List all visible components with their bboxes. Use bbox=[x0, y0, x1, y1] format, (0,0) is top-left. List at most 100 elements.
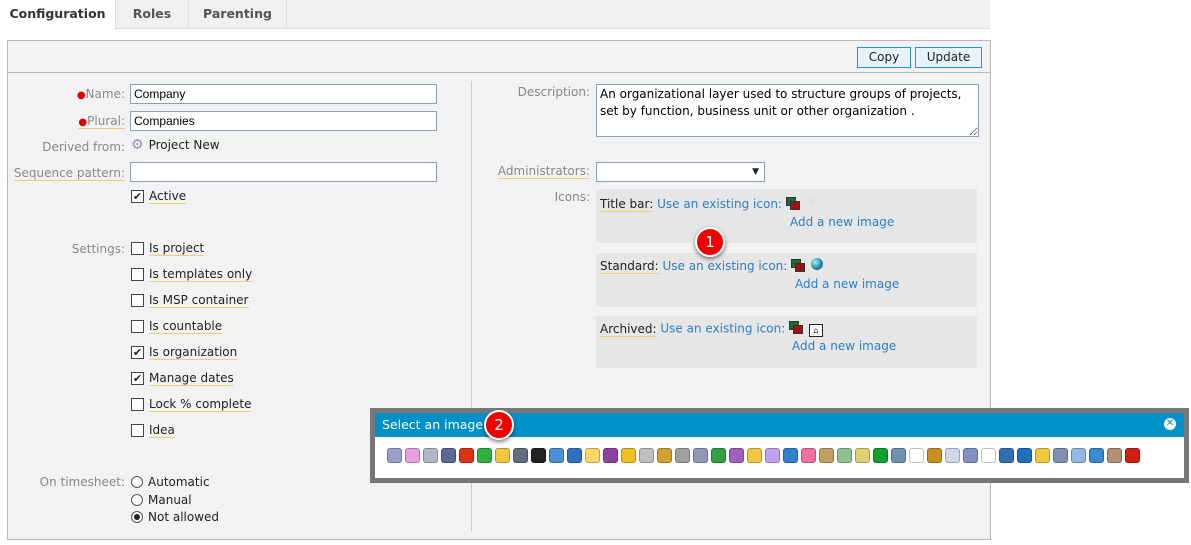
active-label: Active bbox=[149, 189, 187, 204]
administrators-select[interactable]: ▼ bbox=[596, 162, 765, 182]
update-button[interactable]: Update bbox=[915, 47, 982, 68]
money-bag-icon[interactable] bbox=[927, 448, 942, 463]
green-diamond-icon[interactable] bbox=[873, 448, 888, 463]
checkbox-icon: ✔ bbox=[131, 190, 144, 203]
server-warning-icon[interactable] bbox=[423, 448, 438, 463]
hammer-icon[interactable] bbox=[819, 448, 834, 463]
bug-icon[interactable] bbox=[1125, 448, 1140, 463]
bar-chart-icon[interactable] bbox=[891, 448, 906, 463]
icons-label: Icons: bbox=[554, 190, 590, 204]
timesheet-radio[interactable]: Manual bbox=[131, 493, 192, 507]
icon-picker-icon[interactable] bbox=[789, 321, 805, 337]
checkbox-icon[interactable] bbox=[1017, 448, 1032, 463]
icon-picker-icon[interactable] bbox=[785, 196, 802, 213]
gears-icon[interactable] bbox=[693, 448, 708, 463]
lightbulb-icon[interactable] bbox=[585, 448, 600, 463]
globe-icon[interactable] bbox=[1089, 448, 1104, 463]
radio-icon bbox=[131, 476, 143, 488]
icon-row: Title bar: Use an existing icon: ✳ Add a… bbox=[596, 189, 977, 243]
folder-gear-icon[interactable] bbox=[1035, 448, 1050, 463]
umbrella-icon[interactable] bbox=[999, 448, 1014, 463]
setting-checkbox[interactable]: Is MSP container bbox=[131, 293, 249, 308]
derived-from-value: ⚙ Project New bbox=[131, 137, 220, 153]
copy-button[interactable]: Copy bbox=[857, 47, 911, 68]
timesheet-radio[interactable]: Not allowed bbox=[131, 510, 219, 524]
pink-shape-icon[interactable] bbox=[801, 448, 816, 463]
sequence-pattern-input[interactable] bbox=[130, 162, 437, 182]
setting-label: Manage dates bbox=[149, 371, 234, 386]
columns-purple-icon[interactable] bbox=[603, 448, 618, 463]
computer-icon[interactable] bbox=[441, 448, 456, 463]
timesheet-radio[interactable]: Automatic bbox=[131, 475, 210, 489]
description-textarea[interactable]: An organizational layer used to structur… bbox=[596, 84, 979, 137]
use-existing-icon-link[interactable]: Use an existing icon: bbox=[657, 197, 782, 211]
active-checkbox[interactable]: ✔ Active bbox=[131, 189, 187, 204]
name-label: ●Name: bbox=[76, 87, 125, 101]
target-icon[interactable] bbox=[459, 448, 474, 463]
add-new-image-link[interactable]: Add a new image bbox=[792, 339, 896, 353]
book-purple-icon[interactable] bbox=[729, 448, 744, 463]
sequence-pattern-label: Sequence pattern: bbox=[13, 166, 125, 181]
tab-configuration[interactable]: Configuration bbox=[0, 0, 116, 30]
tab-roles[interactable]: Roles bbox=[116, 0, 189, 29]
setting-checkbox[interactable]: Idea bbox=[131, 423, 175, 438]
columns-brown-icon[interactable] bbox=[1107, 448, 1122, 463]
popup-title: Select an image bbox=[382, 417, 484, 432]
icon-row: Archived: Use an existing icon: ⌂ Add a … bbox=[596, 316, 977, 368]
clock-icon[interactable] bbox=[1071, 448, 1086, 463]
database-icon[interactable] bbox=[1053, 448, 1068, 463]
building-icon[interactable] bbox=[567, 448, 582, 463]
chat-edit-icon[interactable] bbox=[837, 448, 852, 463]
add-new-image-link[interactable]: Add a new image bbox=[795, 277, 899, 291]
checkbox-icon bbox=[131, 268, 144, 281]
blank-page-icon[interactable] bbox=[981, 448, 996, 463]
funnel-icon[interactable] bbox=[675, 448, 690, 463]
administrators-label: Administrators: bbox=[497, 164, 590, 179]
window-icon[interactable] bbox=[549, 448, 564, 463]
radio-icon bbox=[131, 511, 143, 523]
description-label: Description: bbox=[517, 85, 590, 99]
box-icon[interactable] bbox=[657, 448, 672, 463]
setting-checkbox[interactable]: Is project bbox=[131, 241, 205, 256]
add-new-image-link[interactable]: Add a new image bbox=[790, 215, 894, 229]
setting-checkbox[interactable]: Is countable bbox=[131, 319, 223, 334]
footprints-icon[interactable] bbox=[621, 448, 636, 463]
derived-from-label: Derived from: bbox=[42, 140, 125, 154]
timesheet-label: On timesheet: bbox=[39, 475, 125, 489]
setting-checkbox[interactable]: ✔ Is organization bbox=[131, 345, 238, 360]
footprints-purple-icon[interactable] bbox=[765, 448, 780, 463]
radio-label: Manual bbox=[148, 492, 192, 507]
folder-add-icon[interactable] bbox=[747, 448, 762, 463]
list-icon[interactable] bbox=[513, 448, 528, 463]
columns-yellow-icon[interactable] bbox=[855, 448, 870, 463]
checklist-icon[interactable] bbox=[639, 448, 654, 463]
name-input[interactable] bbox=[130, 84, 437, 104]
callout-2: 2 bbox=[484, 410, 514, 440]
plural-input[interactable] bbox=[130, 111, 437, 131]
gear-icon[interactable] bbox=[387, 448, 402, 463]
checkbox-icon bbox=[131, 242, 144, 255]
use-existing-icon-link[interactable]: Use an existing icon: bbox=[660, 322, 785, 336]
setting-checkbox[interactable]: Is templates only bbox=[131, 267, 253, 282]
icon-picker-icon[interactable] bbox=[791, 258, 807, 275]
tab-parenting[interactable]: Parenting bbox=[189, 0, 287, 29]
setting-checkbox[interactable]: ✔ Manage dates bbox=[131, 371, 234, 386]
checkbox-icon bbox=[131, 294, 144, 307]
recycle-icon[interactable] bbox=[477, 448, 492, 463]
setting-checkbox[interactable]: Lock % complete bbox=[131, 397, 252, 412]
setting-label: Is templates only bbox=[149, 267, 253, 282]
folder-icon[interactable] bbox=[495, 448, 510, 463]
document-gear-icon[interactable] bbox=[945, 448, 960, 463]
diamond-icon[interactable] bbox=[531, 448, 546, 463]
lightbulb-pink-icon[interactable] bbox=[405, 448, 420, 463]
radio-label: Not allowed bbox=[148, 510, 220, 524]
close-icon[interactable]: ✕ bbox=[1164, 418, 1176, 430]
icon-row-label: Standard: bbox=[600, 259, 659, 274]
checkbox-icon bbox=[131, 424, 144, 437]
page-arrow-icon[interactable] bbox=[909, 448, 924, 463]
phone-icon[interactable] bbox=[963, 448, 978, 463]
gear-check-icon[interactable] bbox=[711, 448, 726, 463]
derived-from-text: Project New bbox=[148, 138, 220, 152]
book-blue-icon[interactable] bbox=[783, 448, 798, 463]
use-existing-icon-link[interactable]: Use an existing icon: bbox=[662, 259, 787, 273]
